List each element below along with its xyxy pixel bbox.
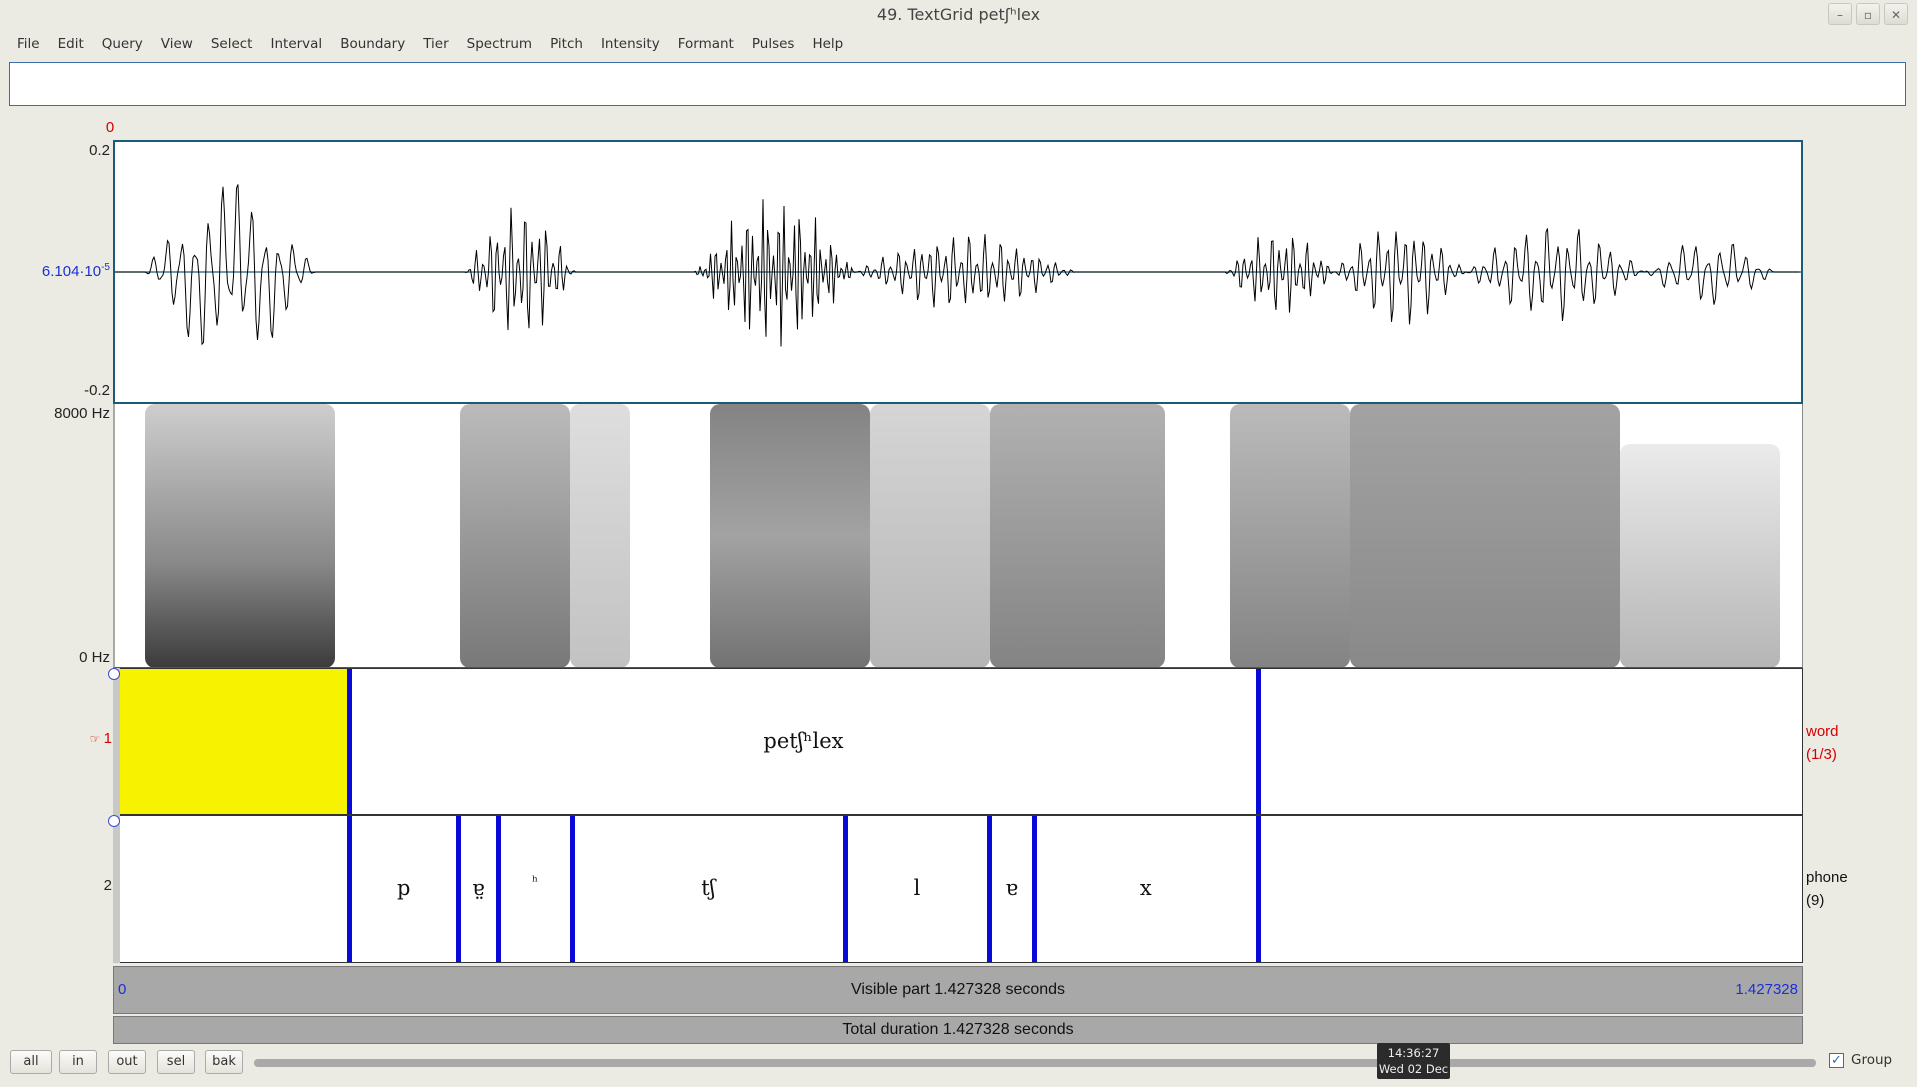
spectrogram-region	[1620, 444, 1780, 667]
spectrogram-region	[570, 404, 630, 667]
menu-spectrum[interactable]: Spectrum	[458, 34, 541, 58]
visible-part-bar[interactable]: 0 Visible part 1.427328 seconds 1.427328	[113, 966, 1803, 1014]
interval-boundary[interactable]	[1255, 669, 1261, 814]
phone-interval-label[interactable]: ɐ̤	[472, 876, 485, 900]
spectrogram-region	[1350, 404, 1620, 667]
window-title: 49. TextGrid petʃʰlex	[876, 5, 1041, 24]
spectrogram-region	[1230, 404, 1350, 667]
scrollbar-thumb[interactable]	[254, 1059, 1816, 1067]
menu-view[interactable]: View	[152, 34, 202, 58]
menu-formant[interactable]: Formant	[669, 34, 743, 58]
clock-tooltip: 14:36:27 Wed 02 Dec	[1377, 1043, 1450, 1079]
pointing-hand-icon: ☞	[89, 732, 104, 746]
spectrogram-region	[710, 404, 870, 667]
zoom-all-button[interactable]: all	[10, 1050, 52, 1074]
tier-2-name[interactable]: phone (9)	[1806, 866, 1848, 912]
phone-interval-label[interactable]: x	[1140, 876, 1152, 900]
menu-tier[interactable]: Tier	[414, 34, 457, 58]
spectrogram-region	[870, 404, 990, 667]
menu-pulses[interactable]: Pulses	[743, 34, 804, 58]
interval-boundary[interactable]	[569, 816, 575, 962]
menu-bar: File Edit Query View Select Interval Bou…	[8, 34, 852, 58]
zoom-in-button[interactable]: in	[59, 1050, 97, 1074]
spectrogram-max-label: 8000 Hz	[54, 405, 110, 422]
zoom-back-button[interactable]: bak	[205, 1050, 243, 1074]
tier-2-number[interactable]: 2	[72, 877, 112, 894]
menu-pitch[interactable]: Pitch	[541, 34, 592, 58]
waveform-min-label: -0.2	[84, 382, 110, 399]
visible-end-time: 1.427328	[1735, 981, 1798, 998]
interval-boundary[interactable]	[987, 816, 993, 962]
selection-start-handle[interactable]	[108, 668, 120, 680]
interval-boundary[interactable]	[1255, 816, 1261, 962]
menu-intensity[interactable]: Intensity	[592, 34, 669, 58]
interval-boundary[interactable]	[842, 816, 848, 962]
menu-boundary[interactable]: Boundary	[331, 34, 414, 58]
spectrogram-region	[145, 404, 335, 667]
visible-part-label: Visible part 1.427328 seconds	[850, 981, 1066, 998]
menu-interval[interactable]: Interval	[261, 34, 331, 58]
interval-boundary[interactable]	[347, 816, 353, 962]
selected-interval[interactable]	[114, 669, 350, 814]
interval-boundary[interactable]	[456, 816, 462, 962]
interval-boundary[interactable]	[347, 669, 353, 814]
selection-end-handle[interactable]	[108, 815, 120, 827]
zoom-out-button[interactable]: out	[108, 1050, 146, 1074]
maximize-icon[interactable]: ▫	[1856, 3, 1880, 25]
waveform-mid-label: 6.104·10-5	[41, 262, 110, 280]
menu-file[interactable]: File	[8, 34, 49, 58]
tier-1-name[interactable]: word (1/3)	[1806, 720, 1839, 766]
minimize-icon[interactable]: –	[1828, 3, 1852, 25]
waveform-trace	[115, 184, 1801, 347]
cursor-time-label: 0	[105, 119, 115, 136]
phone-interval-label[interactable]: ʰ	[532, 874, 538, 890]
interval-boundary[interactable]	[496, 816, 502, 962]
menu-edit[interactable]: Edit	[49, 34, 93, 58]
zoom-sel-button[interactable]: sel	[157, 1050, 195, 1074]
phone-interval-label[interactable]: p	[397, 876, 410, 900]
phone-interval-label[interactable]: ɐ	[1005, 876, 1018, 900]
spectrogram-min-label: 0 Hz	[79, 649, 110, 666]
spectrogram-region	[460, 404, 570, 667]
spectrogram-panel[interactable]	[113, 404, 1803, 668]
word-interval-label[interactable]: petʃʰlex	[763, 729, 843, 753]
tier-phone[interactable]: p ɐ̤ ʰ tʃ l ɐ x	[113, 815, 1803, 963]
interval-text-input[interactable]	[9, 62, 1906, 106]
menu-help[interactable]: Help	[803, 34, 852, 58]
tier-1-number[interactable]: ☞ 1	[72, 730, 112, 747]
menu-select[interactable]: Select	[202, 34, 262, 58]
total-duration-bar[interactable]: Total duration 1.427328 seconds	[113, 1016, 1803, 1044]
group-checkbox[interactable]: ✓	[1829, 1053, 1844, 1068]
group-label: Group	[1851, 1052, 1893, 1068]
close-icon[interactable]: ✕	[1884, 3, 1908, 25]
phone-interval-label[interactable]: tʃ	[701, 876, 715, 900]
interval-boundary[interactable]	[1032, 816, 1038, 962]
phone-interval-label[interactable]: l	[914, 876, 921, 900]
waveform-panel[interactable]	[113, 140, 1803, 404]
tier-word[interactable]: petʃʰlex	[113, 668, 1803, 815]
visible-start-time: 0	[118, 981, 127, 998]
spectrogram-region	[990, 404, 1165, 667]
waveform-max-label: 0.2	[89, 142, 110, 159]
menu-query[interactable]: Query	[93, 34, 152, 58]
